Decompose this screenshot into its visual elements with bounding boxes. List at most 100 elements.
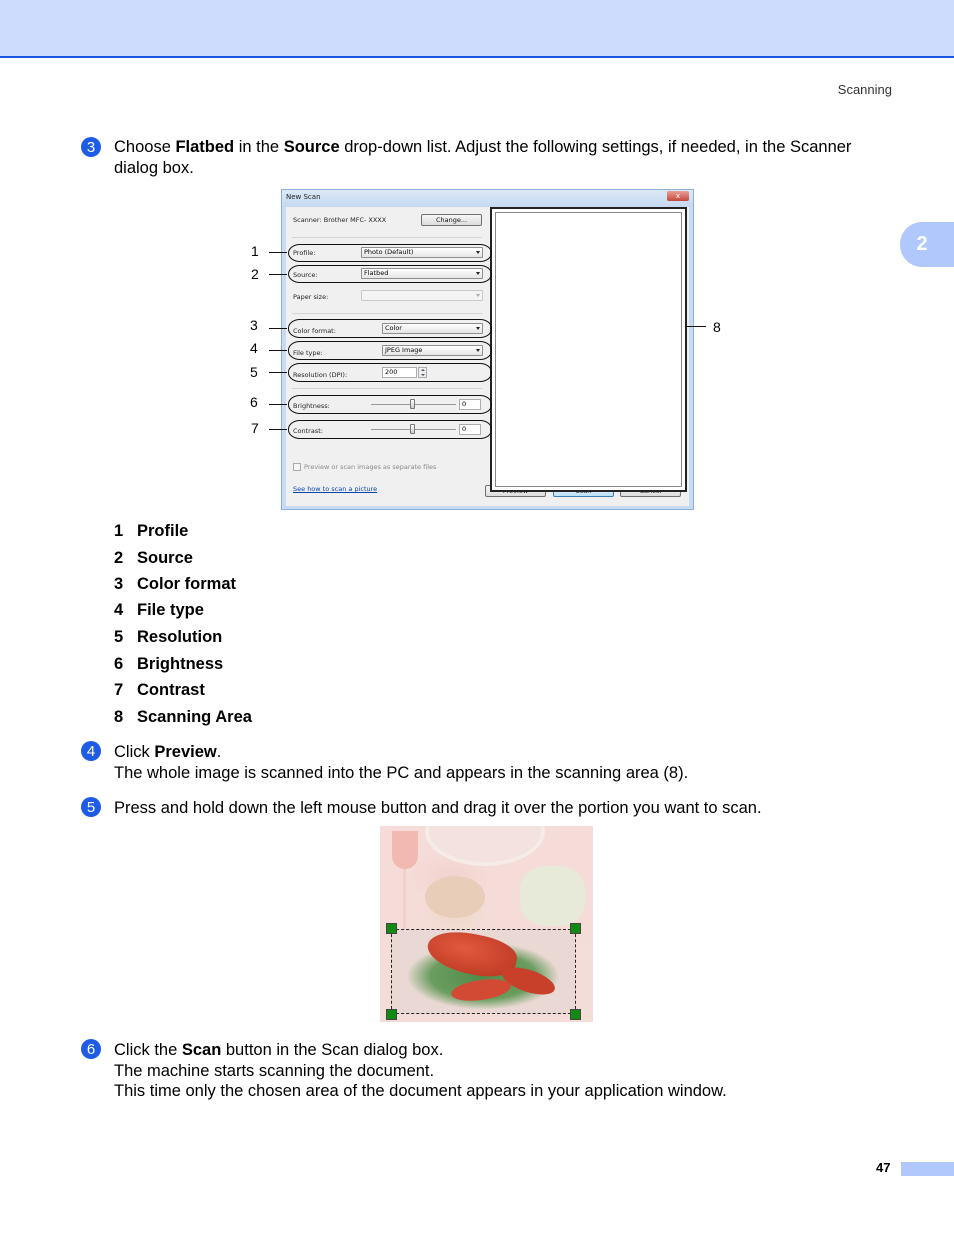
photo-plate [425, 826, 545, 866]
text-run: dialog box. [114, 158, 194, 177]
callout-oval-profile [288, 244, 492, 262]
text-run: The whole image is scanned into the PC a… [114, 763, 689, 782]
step-4-badge: 4 [81, 741, 101, 761]
selection-handle-top-left[interactable] [386, 923, 397, 934]
text-run: This time only the chosen area of the do… [114, 1082, 727, 1100]
callout-line [685, 326, 706, 328]
photo-bowl [425, 876, 485, 918]
callout-line [269, 350, 287, 352]
legend-number: 3 [114, 575, 124, 593]
change-button[interactable]: Change... [421, 214, 482, 226]
callout-2: 2 [251, 266, 259, 282]
chapter-tab: 2 [900, 222, 954, 267]
callout-oval-color-format [288, 319, 492, 338]
divider [292, 237, 482, 238]
text-run: Click [114, 743, 155, 761]
callout-line [269, 429, 287, 431]
dialog-frame-bottom [282, 506, 693, 509]
step-number: 6 [86, 1040, 96, 1058]
chapter-number: 2 [916, 233, 928, 255]
help-link[interactable]: See how to scan a picture [293, 485, 377, 493]
text-run: Click the [114, 1041, 182, 1059]
close-icon[interactable]: x [667, 191, 689, 201]
text-run: . [216, 743, 222, 761]
callout-line [269, 328, 287, 330]
step-6-text: Click the Scan button in the Scan dialog… [114, 1040, 904, 1102]
photo-glass-bowl [392, 831, 418, 869]
text-run: The machine starts scanning the document… [114, 1061, 435, 1080]
bold-term: Source [283, 138, 340, 156]
legend-label: Profile [137, 522, 189, 540]
bold-term: Flatbed [175, 138, 235, 156]
legend-number: 1 [114, 522, 124, 540]
paper-size-label: Paper size: [293, 293, 329, 301]
paper-size-select[interactable] [361, 290, 483, 301]
legend-item: 7 Contrast [114, 681, 205, 700]
legend-item: 2 Source [114, 549, 193, 568]
bold-term: Preview [154, 743, 217, 761]
step-5-badge: 5 [81, 797, 101, 817]
step-number: 5 [86, 798, 96, 816]
selection-handle-bottom-right[interactable] [570, 1009, 581, 1020]
legend-item: 5 Resolution [114, 628, 222, 647]
callout-6: 6 [250, 394, 258, 410]
text-run: button in the Scan dialog box. [221, 1041, 444, 1059]
callout-8: 8 [713, 319, 721, 335]
dialog-title: New Scan [286, 193, 321, 201]
scanning-area[interactable] [490, 207, 687, 492]
legend-number: 4 [114, 601, 124, 619]
text-run: Choose [114, 138, 176, 156]
photo-glass-stem [403, 869, 406, 929]
selection-handle-bottom-left[interactable] [386, 1009, 397, 1020]
callout-7: 7 [251, 420, 259, 436]
legend-label: Contrast [137, 681, 205, 699]
separate-files-checkbox[interactable] [293, 463, 301, 471]
divider [292, 388, 482, 389]
step-5-text: Press and hold down the left mouse butto… [114, 799, 762, 817]
callout-oval-contrast [288, 420, 492, 439]
callout-1: 1 [251, 243, 259, 259]
callout-4: 4 [250, 340, 258, 356]
step-6-badge: 6 [81, 1039, 101, 1059]
legend-number: 5 [114, 628, 124, 646]
callout-oval-resolution [288, 363, 492, 382]
bold-term: Scan [181, 1041, 222, 1059]
text-run: drop-down list. Adjust the following set… [339, 138, 852, 156]
scanner-label: Scanner: Brother MFC- XXXX [293, 216, 387, 224]
new-scan-dialog: New Scan x Scanner: Brother MFC- XXXX Ch… [281, 189, 694, 510]
preview-image[interactable] [380, 826, 593, 1022]
dialog-frame-right [689, 207, 693, 509]
page-number: 47 [876, 1160, 891, 1175]
callout-line [269, 252, 287, 254]
legend-label: Resolution [137, 628, 223, 646]
dialog-titlebar: New Scan x [282, 190, 693, 207]
chevron-down-icon [476, 294, 480, 297]
legend-label: Brightness [137, 655, 224, 673]
page-number-bar [901, 1162, 954, 1176]
legend-number: 8 [114, 708, 124, 726]
callout-5: 5 [250, 364, 258, 380]
legend-item: 8 Scanning Area [114, 708, 252, 727]
step-number: 3 [86, 138, 96, 156]
divider [292, 313, 482, 314]
step-number: 4 [86, 742, 96, 760]
legend-number: 7 [114, 681, 124, 699]
callout-oval-source [288, 265, 492, 283]
legend-number: 2 [114, 549, 124, 567]
callout-line [269, 404, 287, 406]
selection-handle-top-right[interactable] [570, 923, 581, 934]
callout-line [269, 274, 287, 276]
legend-item: 4 File type [114, 601, 204, 620]
running-head: Scanning [837, 82, 892, 97]
legend-label: File type [137, 601, 204, 619]
step-3-badge: 3 [81, 137, 101, 157]
callout-oval-file-type [288, 341, 492, 360]
legend-item: 6 Brightness [114, 655, 223, 674]
selection-marquee[interactable] [391, 929, 576, 1014]
legend-item: 1 Profile [114, 522, 188, 541]
callout-line [269, 372, 287, 374]
step-4-text: Click Preview. The whole image is scanne… [114, 742, 904, 783]
legend-label: Source [137, 549, 193, 567]
legend-item: 3 Color format [114, 575, 236, 594]
separate-files-label: Preview or scan images as separate files [304, 463, 437, 471]
